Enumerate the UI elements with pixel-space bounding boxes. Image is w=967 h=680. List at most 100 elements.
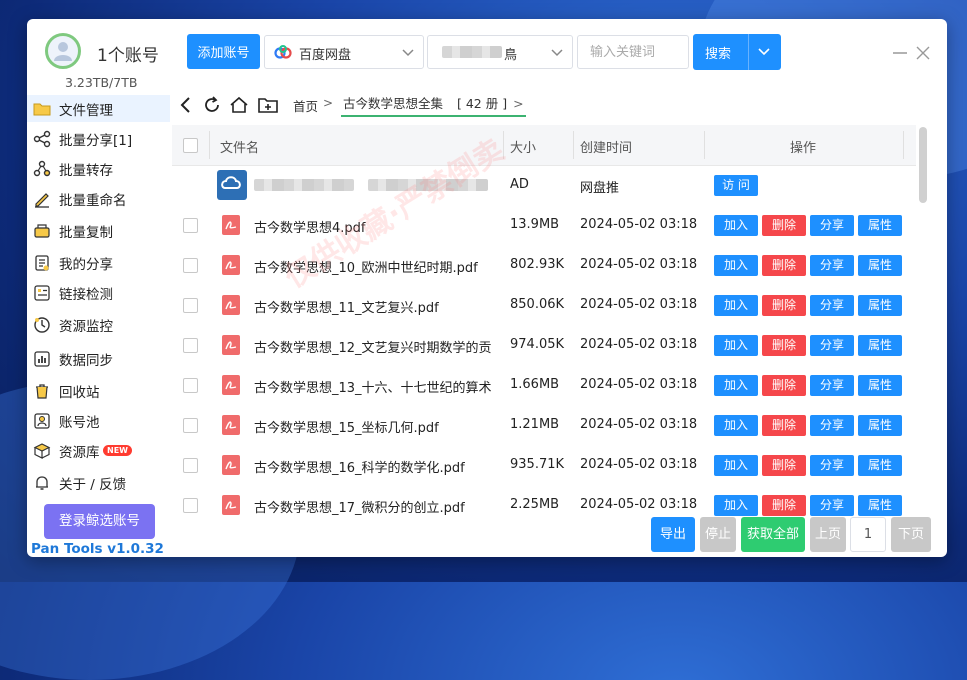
props-button[interactable]: 属性 bbox=[858, 335, 902, 356]
add-button[interactable]: 加入 bbox=[714, 335, 758, 356]
row-checkbox[interactable] bbox=[183, 298, 198, 313]
new-folder-icon[interactable] bbox=[258, 95, 278, 115]
add-button[interactable]: 加入 bbox=[714, 415, 758, 436]
props-button[interactable]: 属性 bbox=[858, 495, 902, 516]
login-jingxuan-button[interactable]: 登录鲸选账号 bbox=[44, 504, 155, 539]
column-time-header[interactable]: 创建时间 bbox=[580, 137, 632, 156]
props-button[interactable]: 属性 bbox=[858, 375, 902, 396]
refresh-icon[interactable] bbox=[202, 95, 222, 115]
add-button[interactable]: 加入 bbox=[714, 215, 758, 236]
props-button[interactable]: 属性 bbox=[858, 215, 902, 236]
props-button[interactable]: 属性 bbox=[858, 295, 902, 316]
sidebar-item-recycle-bin[interactable]: 回收站 bbox=[27, 377, 170, 404]
table-row[interactable]: 古今数学思想_11_文艺复兴.pdf 850.06K 2024-05-02 03:1… bbox=[172, 285, 916, 325]
delete-button[interactable]: 删除 bbox=[762, 415, 806, 436]
row-checkbox[interactable] bbox=[183, 338, 198, 353]
share-button[interactable]: 分享 bbox=[810, 215, 854, 236]
sidebar-item-resource-monitor[interactable]: 资源监控 bbox=[27, 311, 170, 338]
page-number-input[interactable]: 1 bbox=[850, 517, 886, 552]
add-button[interactable]: 加入 bbox=[714, 255, 758, 276]
share-button[interactable]: 分享 bbox=[810, 375, 854, 396]
share-button[interactable]: 分享 bbox=[810, 495, 854, 516]
account-select[interactable]: 鳥 bbox=[427, 35, 573, 69]
sidebar-item-account-pool[interactable]: 账号池 bbox=[27, 407, 170, 434]
file-name[interactable]: 古今数学思想4.pdf bbox=[254, 217, 492, 236]
share-button[interactable]: 分享 bbox=[810, 415, 854, 436]
redacted-ad-text bbox=[254, 179, 354, 191]
file-name[interactable]: 古今数学思想_15_坐标几何.pdf bbox=[254, 417, 492, 436]
table-row[interactable]: 古今数学思想_13_十六、十七世纪的算术 1.66MB 2024-05-02 03:… bbox=[172, 365, 916, 405]
sidebar-item-label: 我的分享 bbox=[59, 256, 113, 273]
avatar[interactable] bbox=[45, 33, 81, 69]
sidebar-item-resource-library[interactable]: 资源库 NEW bbox=[27, 437, 170, 464]
share-button[interactable]: 分享 bbox=[810, 295, 854, 316]
file-name[interactable]: 古今数学思想_12_文艺复兴时期数学的贡 bbox=[254, 337, 492, 356]
pan-select[interactable]: 百度网盘 bbox=[264, 35, 424, 69]
home-icon[interactable] bbox=[229, 95, 249, 115]
select-all-checkbox[interactable] bbox=[183, 138, 198, 153]
row-checkbox[interactable] bbox=[183, 218, 198, 233]
sidebar-item-batch-rename[interactable]: 批量重命名 bbox=[27, 185, 170, 212]
row-checkbox[interactable] bbox=[183, 258, 198, 273]
file-name[interactable]: 古今数学思想_10_欧洲中世纪时期.pdf bbox=[254, 257, 492, 276]
export-button[interactable]: 导出 bbox=[651, 517, 695, 552]
props-button[interactable]: 属性 bbox=[858, 455, 902, 476]
redacted-account bbox=[442, 46, 502, 58]
file-created-time: 2024-05-02 03:18 bbox=[580, 257, 698, 272]
row-checkbox[interactable] bbox=[183, 378, 198, 393]
sidebar-item-batch-transfer[interactable]: 批量转存 bbox=[27, 155, 170, 182]
delete-button[interactable]: 删除 bbox=[762, 455, 806, 476]
get-all-button[interactable]: 获取全部 bbox=[741, 517, 805, 552]
add-account-button[interactable]: 添加账号 bbox=[187, 34, 260, 69]
share-button[interactable]: 分享 bbox=[810, 335, 854, 356]
table-row[interactable]: 古今数学思想_15_坐标几何.pdf 1.21MB 2024-05-02 03:18… bbox=[172, 405, 916, 445]
column-size-header[interactable]: 大小 bbox=[510, 137, 536, 156]
search-button[interactable]: 搜索 bbox=[693, 34, 781, 70]
delete-button[interactable]: 删除 bbox=[762, 375, 806, 396]
add-button[interactable]: 加入 bbox=[714, 375, 758, 396]
add-button[interactable]: 加入 bbox=[714, 495, 758, 516]
sidebar-item-data-sync[interactable]: 数据同步 bbox=[27, 345, 170, 372]
sidebar-item-batch-share[interactable]: 批量分享[1] bbox=[27, 125, 170, 152]
row-checkbox[interactable] bbox=[183, 498, 198, 513]
breadcrumb-home[interactable]: 首页 bbox=[293, 96, 318, 115]
sidebar-item-about-feedback[interactable]: 关于 / 反馈 bbox=[27, 469, 170, 496]
prev-page-button[interactable]: 上页 bbox=[810, 517, 846, 552]
delete-button[interactable]: 删除 bbox=[762, 255, 806, 276]
delete-button[interactable]: 删除 bbox=[762, 215, 806, 236]
next-page-button[interactable]: 下页 bbox=[891, 517, 931, 552]
scrollbar-thumb[interactable] bbox=[919, 127, 927, 203]
add-button[interactable]: 加入 bbox=[714, 455, 758, 476]
props-button[interactable]: 属性 bbox=[858, 255, 902, 276]
stop-button[interactable]: 停止 bbox=[700, 517, 736, 552]
add-button[interactable]: 加入 bbox=[714, 295, 758, 316]
sidebar-item-link-check[interactable]: 链接检测 bbox=[27, 279, 170, 306]
table-row[interactable]: 古今数学思想_16_科学的数学化.pdf 935.71K 2024-05-02 03… bbox=[172, 445, 916, 485]
share-button[interactable]: 分享 bbox=[810, 455, 854, 476]
delete-button[interactable]: 删除 bbox=[762, 495, 806, 516]
search-input[interactable] bbox=[577, 35, 689, 69]
table-row[interactable]: 古今数学思想4.pdf 13.9MB 2024-05-02 03:18 加入 删除 分享属… bbox=[172, 205, 916, 245]
back-arrow-icon[interactable] bbox=[176, 95, 196, 115]
table-row[interactable]: 古今数学思想_12_文艺复兴时期数学的贡 974.05K 2024-05-02 03… bbox=[172, 325, 916, 365]
props-button[interactable]: 属性 bbox=[858, 415, 902, 436]
sidebar-item-file-manager[interactable]: 文件管理 bbox=[27, 95, 170, 122]
delete-button[interactable]: 删除 bbox=[762, 295, 806, 316]
delete-button[interactable]: 删除 bbox=[762, 335, 806, 356]
row-checkbox[interactable] bbox=[183, 458, 198, 473]
chevron-down-icon[interactable] bbox=[757, 45, 771, 59]
file-name[interactable]: 古今数学思想_11_文艺复兴.pdf bbox=[254, 297, 492, 316]
close-icon[interactable] bbox=[915, 45, 931, 61]
file-name[interactable]: 古今数学思想_16_科学的数学化.pdf bbox=[254, 457, 492, 476]
breadcrumb-current[interactable]: 古今数学思想全集 [ 42 册 ] > bbox=[341, 93, 526, 117]
minimize-icon[interactable] bbox=[892, 45, 908, 61]
sidebar-item-batch-copy[interactable]: 批量复制 bbox=[27, 217, 170, 244]
visit-button[interactable]: 访 问 bbox=[714, 175, 758, 196]
file-name[interactable]: 古今数学思想_17_微积分的创立.pdf bbox=[254, 497, 492, 516]
share-button[interactable]: 分享 bbox=[810, 255, 854, 276]
row-checkbox[interactable] bbox=[183, 418, 198, 433]
file-name[interactable]: 古今数学思想_13_十六、十七世纪的算术 bbox=[254, 377, 492, 396]
table-row[interactable]: 古今数学思想_10_欧洲中世纪时期.pdf 802.93K 2024-05-02 0… bbox=[172, 245, 916, 285]
sidebar-item-my-share[interactable]: 我的分享 bbox=[27, 249, 170, 276]
column-name-header[interactable]: 文件名 bbox=[220, 137, 259, 156]
